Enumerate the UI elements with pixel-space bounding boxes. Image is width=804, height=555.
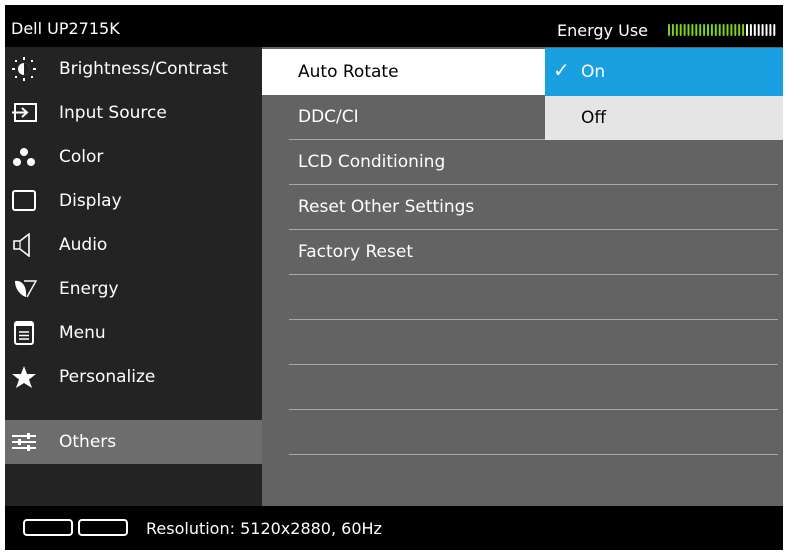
menu-item-empty [289, 320, 778, 365]
input-arrow-icon [12, 103, 37, 122]
sliders-icon [12, 433, 36, 451]
menu-item-empty [289, 410, 778, 455]
option-off[interactable]: Off [545, 96, 783, 140]
energy-meter-bar [749, 24, 752, 36]
menu-item-label: LCD Conditioning [298, 152, 446, 172]
sidebar-item-label: Menu [59, 323, 106, 343]
sidebar-item-input-source[interactable]: Input Source [5, 91, 262, 135]
sidebar-item-color[interactable]: Color [5, 135, 262, 179]
color-dots-icon [13, 148, 35, 166]
energy-meter-bar [722, 24, 725, 36]
energy-meter-bar [726, 24, 729, 36]
energy-meter-bar [738, 24, 741, 36]
energy-meter-bar [769, 24, 772, 36]
title-bar: Dell UP2715K Energy Use [5, 5, 783, 47]
menu-item-auto-rotate[interactable]: Auto Rotate [262, 49, 545, 95]
sidebar-item-label: Brightness/Contrast [59, 59, 228, 79]
menu-item-reset-other-settings[interactable]: Reset Other Settings [289, 185, 778, 230]
menu-item-empty [289, 365, 778, 410]
energy-use-label: Energy Use [557, 21, 648, 40]
resolution-status: Resolution: 5120x2880, 60Hz [146, 519, 382, 538]
energy-meter-bar [734, 24, 737, 36]
menu-item-empty [289, 275, 778, 320]
star-icon [12, 366, 36, 388]
energy-meter-bar [746, 24, 748, 36]
menu-item-label: Auto Rotate [298, 62, 399, 82]
energy-meter-bar [699, 24, 702, 36]
speaker-icon [13, 233, 30, 257]
leaf-icon [15, 280, 37, 298]
energy-meter-bar [730, 24, 733, 36]
monitor-icon [12, 190, 36, 211]
energy-meter-bar [714, 24, 717, 36]
sidebar-item-label: Others [59, 432, 117, 452]
status-bar: Resolution: 5120x2880, 60Hz [5, 506, 783, 550]
menu-item-factory-reset[interactable]: Factory Reset [289, 230, 778, 275]
sidebar-item-label: Energy [59, 279, 119, 299]
menu-item-lcd-conditioning[interactable]: LCD Conditioning [289, 140, 778, 185]
auto-rotate-options: ✓ On Off [545, 48, 783, 141]
energy-meter-bar [671, 24, 674, 36]
sidebar-item-label: Audio [59, 235, 108, 255]
energy-meter-bar [753, 24, 756, 36]
energy-meter-bar [757, 24, 760, 36]
energy-meter-bar [683, 24, 686, 36]
sun-icon [12, 57, 36, 81]
option-label: On [581, 62, 606, 82]
sidebar-item-label: Display [59, 191, 122, 211]
sidebar-item-others[interactable]: Others [5, 420, 262, 464]
energy-meter-bar [695, 24, 698, 36]
energy-meter-bar [687, 24, 690, 36]
energy-meter-bar [668, 24, 670, 36]
monitor-model-title: Dell UP2715K [11, 19, 120, 38]
menu-icon [14, 321, 34, 345]
option-on[interactable]: ✓ On [545, 48, 783, 96]
energy-meter-bar [773, 24, 776, 36]
energy-meter-bar [691, 24, 694, 36]
energy-meter-bar [710, 24, 713, 36]
sidebar-item-personalize[interactable]: Personalize [5, 355, 262, 399]
port-icon [23, 519, 73, 536]
energy-meter-bar [675, 24, 678, 36]
sidebar-item-label: Input Source [59, 103, 167, 123]
osd-menu: Dell UP2715K Energy Use Brightness/Contr… [5, 5, 783, 550]
sidebar-item-label: Personalize [59, 367, 156, 387]
sidebar-item-audio[interactable]: Audio [5, 223, 262, 267]
port-icon [78, 519, 128, 536]
sidebar-item-menu[interactable]: Menu [5, 311, 262, 355]
sidebar: Brightness/Contrast Input Source Color D… [5, 47, 262, 506]
checkmark-icon: ✓ [553, 58, 570, 82]
energy-meter-bar [718, 24, 721, 36]
menu-item-label: DDC/CI [298, 107, 359, 127]
energy-meter-bar [742, 24, 745, 36]
option-label: Off [581, 108, 607, 128]
energy-meter-bar [765, 24, 768, 36]
energy-meter-bar [679, 24, 682, 36]
sidebar-item-display[interactable]: Display [5, 179, 262, 223]
energy-meter-bar [707, 24, 709, 36]
menu-item-label: Factory Reset [298, 242, 413, 262]
menu-item-label: Reset Other Settings [298, 197, 475, 217]
energy-meter-bar [703, 24, 706, 36]
sidebar-item-brightness-contrast[interactable]: Brightness/Contrast [5, 47, 262, 91]
energy-meter-bar [761, 24, 764, 36]
sidebar-item-label: Color [59, 147, 104, 167]
energy-use-meter [668, 24, 776, 36]
sidebar-item-energy[interactable]: Energy [5, 267, 262, 311]
